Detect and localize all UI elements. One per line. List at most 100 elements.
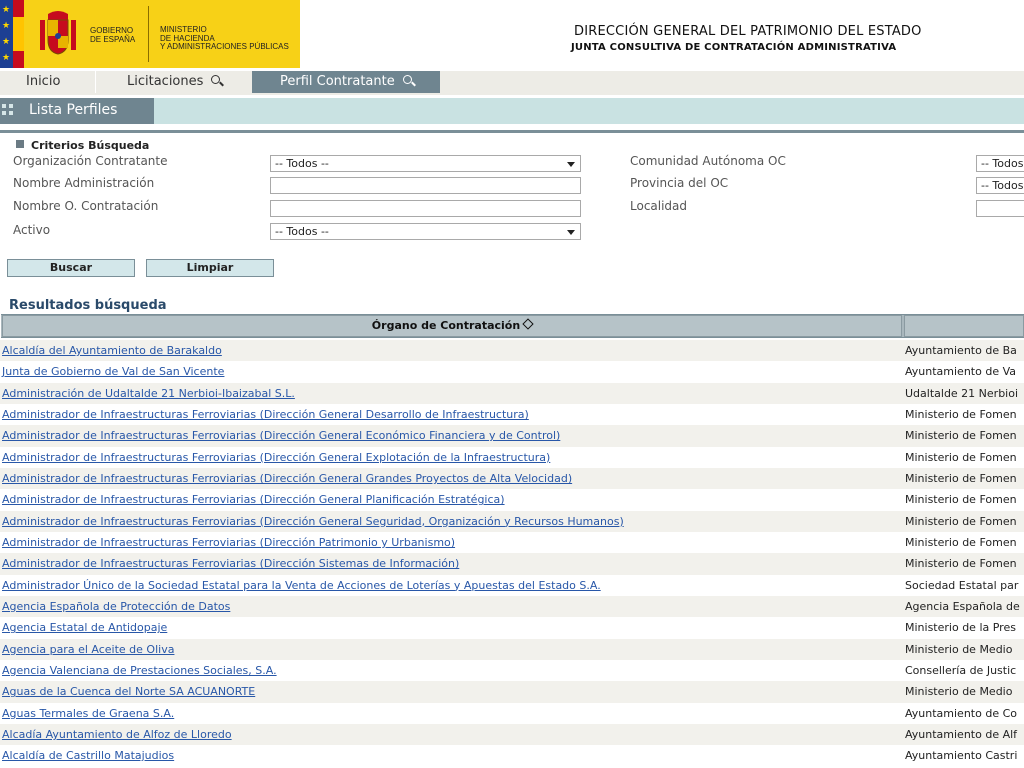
nombre-administracion-input[interactable] (270, 177, 581, 194)
column-header-organo[interactable]: Órgano de Contratación (2, 315, 902, 337)
organo-link[interactable]: Administrador de Infraestructuras Ferrov… (2, 468, 572, 489)
government-text: GOBIERNO DE ESPAÑA (90, 26, 136, 44)
organo-link[interactable]: Administrador de Infraestructuras Ferrov… (2, 511, 624, 532)
administracion-cell: Ministerio de Fomen (905, 535, 1017, 549)
table-row: Aguas Termales de Graena S.A. Ayuntamient… (0, 702, 1024, 724)
search-icon (402, 75, 412, 84)
organo-link[interactable]: Administrador Único de la Sociedad Estat… (2, 575, 601, 596)
organo-link[interactable]: Aguas Termales de Graena S.A. (2, 703, 174, 724)
select-value: -- Todos (981, 179, 1024, 192)
table-row: Administrador de Infraestructuras Ferrov… (0, 489, 1024, 511)
organo-link[interactable]: Alcaldía de Castrillo Matajudios (2, 745, 174, 766)
table-row: Agencia Estatal de Antidopaje Ministerio … (0, 617, 1024, 639)
results-title: Resultados búsqueda (9, 298, 167, 313)
organo-link[interactable]: Administrador de Infraestructuras Ferrov… (2, 404, 529, 425)
organo-link[interactable]: Alcadía Ayuntamiento de Alfoz de Lloredo (2, 724, 232, 745)
table-row: Alcadía Ayuntamiento de Alfoz de Lloredo… (0, 723, 1024, 746)
table-row: Alcaldía de Castrillo Matajudios Ayuntami… (0, 745, 1024, 767)
organo-link[interactable]: Administrador de Infraestructuras Ferrov… (2, 489, 505, 510)
section-title: Lista Perfiles (29, 102, 118, 118)
table-row: Agencia para el Aceite de Oliva Ministeri… (0, 638, 1024, 660)
administracion-cell: Ayuntamiento de Co (905, 706, 1017, 720)
organo-link[interactable]: Agencia Valenciana de Prestaciones Socia… (2, 660, 277, 681)
organo-link[interactable]: Administrador de Infraestructuras Ferrov… (2, 447, 550, 468)
administracion-cell: Ayuntamiento de Va (905, 365, 1016, 379)
main-nav: Inicio Licitaciones Perfil Contratante (0, 71, 1024, 95)
organo-link[interactable]: Administración de Udaltalde 21 Nerbioi-I… (2, 383, 295, 404)
administracion-cell: Ministerio de Fomen (905, 493, 1017, 507)
organo-link[interactable]: Agencia Estatal de Antidopaje (2, 617, 167, 638)
ministry-text: MINISTERIO DE HACIENDA Y ADMINISTRACIONE… (160, 25, 289, 51)
administracion-cell: Ayuntamiento Castri (905, 749, 1018, 763)
table-row: Agencia Valenciana de Prestaciones Socia… (0, 659, 1024, 682)
organo-link[interactable]: Agencia Española de Protección de Datos (2, 596, 230, 617)
admin-label: Nombre Administración (13, 176, 155, 190)
spain-flag-icon (13, 0, 24, 68)
table-row: Aguas de la Cuenca del Norte SA ACUANORT… (0, 681, 1024, 703)
administracion-cell: Ministerio de la Pres (905, 621, 1016, 635)
administracion-cell: Ministerio de Medio (905, 685, 1013, 699)
banner-divider (148, 6, 149, 62)
chevron-down-icon (567, 230, 575, 235)
grid-icon (2, 104, 14, 116)
select-value: -- Todos -- (275, 157, 329, 170)
nav-tab-licitaciones[interactable]: Licitaciones (127, 71, 221, 93)
organizacion-select[interactable]: -- Todos -- (270, 155, 581, 172)
table-row: Administrador de Infraestructuras Ferrov… (0, 510, 1024, 532)
table-row: Junta de Gobierno de Val de San Vicente A… (0, 361, 1024, 383)
activo-select[interactable]: -- Todos -- (270, 223, 581, 240)
table-row: Administrador de Infraestructuras Ferrov… (0, 403, 1024, 426)
nav-tab-label: Inicio (26, 74, 61, 89)
table-row: Agencia Española de Protección de Datos A… (0, 595, 1024, 618)
administracion-cell: Ministerio de Medio (905, 642, 1013, 656)
table-row: Administrador de Infraestructuras Ferrov… (0, 425, 1024, 447)
organo-link[interactable]: Agencia para el Aceite de Oliva (2, 639, 174, 660)
localidad-input[interactable] (976, 200, 1024, 217)
administracion-cell: Udaltalde 21 Nerbioi (905, 386, 1019, 400)
organo-link[interactable]: Administrador de Infraestructuras Ferrov… (2, 425, 560, 446)
square-bullet-icon (16, 140, 24, 148)
chevron-down-icon (567, 162, 575, 167)
administracion-cell: Ministerio de Fomen (905, 429, 1017, 443)
search-icon (211, 75, 221, 84)
organo-link[interactable]: Administrador de Infraestructuras Ferrov… (2, 532, 455, 553)
table-row: Administrador de Infraestructuras Ferrov… (0, 467, 1024, 490)
activo-label: Activo (13, 223, 51, 237)
nav-tab-inicio[interactable]: Inicio (26, 71, 60, 93)
oc-label: Nombre O. Contratación (13, 199, 159, 213)
administracion-cell: Ministerio de Fomen (905, 407, 1017, 421)
page-header-subtitle: JUNTA CONSULTIVA DE CONTRATACIÓN ADMINIS… (571, 42, 897, 53)
column-header-label: Órgano de Contratación (371, 319, 521, 332)
limpiar-button[interactable]: Limpiar (146, 259, 274, 277)
org-label: Organización Contratante (13, 154, 168, 168)
table-row: Alcaldía del Ayuntamiento de Barakaldo Ay… (0, 340, 1024, 362)
nav-tab-perfil-contratante[interactable]: Perfil Contratante (252, 71, 440, 93)
nav-tab-label: Licitaciones (127, 74, 204, 89)
nombre-oc-input[interactable] (270, 200, 581, 217)
ccaa-label: Comunidad Autónoma OC (630, 154, 786, 168)
table-row: Administrador de Infraestructuras Ferrov… (0, 553, 1024, 575)
administracion-cell: Ayuntamiento de Ba (905, 344, 1017, 357)
administracion-cell: Agencia Española de (905, 599, 1020, 613)
organo-link[interactable]: Aguas de la Cuenca del Norte SA ACUANORT… (2, 681, 255, 702)
administracion-cell: Ministerio de Fomen (905, 514, 1017, 528)
administracion-cell: Ministerio de Fomen (905, 450, 1017, 464)
column-header-administracion[interactable] (904, 315, 1024, 337)
organo-link[interactable]: Administrador de Infraestructuras Ferrov… (2, 553, 459, 574)
administracion-cell: Ayuntamiento de Alf (905, 727, 1018, 741)
table-row: Administración de Udaltalde 21 Nerbioi-I… (0, 382, 1024, 404)
administracion-cell: Consellería de Justic (905, 663, 1017, 677)
table-row: Administrador Único de la Sociedad Estat… (0, 574, 1024, 596)
administracion-cell: Ministerio de Fomen (905, 471, 1017, 485)
comunidad-autonoma-select[interactable]: -- Todos (976, 155, 1024, 172)
buscar-button[interactable]: Buscar (7, 259, 135, 277)
provincia-select[interactable]: -- Todos (976, 177, 1024, 194)
table-row: Administrador de Infraestructuras Ferrov… (0, 531, 1024, 554)
administracion-cell: Sociedad Estatal par (905, 578, 1019, 592)
organo-link[interactable]: Alcaldía del Ayuntamiento de Barakaldo (2, 340, 222, 361)
nav-separator (95, 71, 96, 93)
administracion-cell: Ministerio de Fomen (905, 557, 1017, 571)
organo-link[interactable]: Junta de Gobierno de Val de San Vicente (2, 361, 224, 382)
select-value: -- Todos -- (275, 225, 329, 238)
criteria-title: Criterios Búsqueda (31, 139, 150, 152)
